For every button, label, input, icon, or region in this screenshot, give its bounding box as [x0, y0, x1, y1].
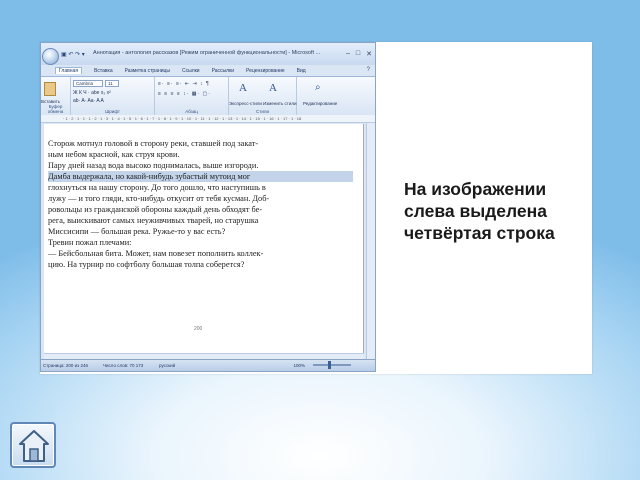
close-icon[interactable]: ✕ [366, 50, 372, 58]
window-title: Аннотация - антология рассказов [Режим о… [93, 50, 321, 56]
express-styles-icon[interactable]: A [239, 82, 247, 94]
slide-caption: На изображении слева выделена четвёртая … [404, 178, 584, 244]
document-line[interactable]: Миссисипи — большая река. Ружье-то у вас… [48, 226, 353, 237]
minimize-icon[interactable]: – [346, 50, 350, 58]
document-line[interactable]: глохнуться на нашу сторону. До того дошл… [48, 182, 353, 193]
status-language[interactable]: русский [159, 363, 175, 368]
caption-line: На изображении [404, 179, 547, 199]
home-button[interactable] [10, 422, 56, 468]
zoom-slider[interactable] [313, 364, 351, 366]
editing-button[interactable]: Редактирование [303, 101, 337, 106]
font-size-select[interactable]: 11 [105, 80, 119, 87]
document-line[interactable]: лужу — и того гляди, кто-нибудь откусит … [48, 193, 353, 204]
horizontal-ruler[interactable]: · 1 · 2 · 1 · 1 · 1 · 2 · 1 · 3 · 1 · 4 … [41, 115, 375, 123]
document-line[interactable]: ным небом красной, как струя крови. [48, 149, 353, 160]
home-icon [19, 430, 49, 462]
status-bar: Страница: 200 из 246 Число слов: 70 173 … [41, 359, 375, 371]
vertical-scrollbar[interactable] [366, 123, 375, 359]
editing-group: ⌕ Редактирование [297, 77, 347, 115]
document-line[interactable]: ровольцы из гражданской обороны каждый д… [48, 204, 353, 215]
document-line[interactable]: Тревин пожал плечами: [48, 237, 353, 248]
tab-home[interactable]: Главная [55, 67, 83, 74]
document-line[interactable]: рега, выискивают самых неуживчивых тваре… [48, 215, 353, 226]
find-icon[interactable]: ⌕ [315, 82, 321, 93]
font-group-label: Шрифт [105, 109, 120, 114]
tab-references[interactable]: Ссылки [182, 68, 200, 74]
paste-icon[interactable] [44, 82, 56, 96]
document-line[interactable]: — Бейсбольная бита. Может, нам повезет п… [48, 248, 353, 259]
title-bar: ▣ ↶ ↷ ▾ Аннотация - антология рассказов … [41, 43, 375, 65]
maximize-icon[interactable]: □ [356, 50, 360, 58]
styles-group: A A Экспресс-стили Изменить стили Стили [229, 77, 297, 115]
zoom-slider-thumb[interactable] [328, 361, 331, 369]
window-controls: – □ ✕ [346, 50, 372, 58]
caption-line: четвёртая строка [404, 223, 555, 243]
zoom-level[interactable]: 100% [293, 363, 305, 368]
ribbon: Вставить Буфер обмена Cambria 11 Ж К Ч ·… [41, 76, 375, 116]
document-line[interactable]: Сторож мотнул головой в сторону реки, ст… [48, 138, 353, 149]
status-word-count[interactable]: Число слов: 70 173 [103, 363, 143, 368]
tab-review[interactable]: Рецензирование [246, 68, 285, 74]
tab-insert[interactable]: Вставка [94, 68, 113, 74]
change-styles-icon[interactable]: A [269, 82, 277, 94]
page-number: 200 [194, 326, 203, 332]
format-buttons-row[interactable]: Ж К Ч · abe x₂ x² [73, 90, 111, 96]
caption-line: слева выделена [404, 201, 547, 221]
tab-page-layout[interactable]: Разметка страницы [125, 68, 170, 74]
highlighted-line[interactable]: Дамба выдержала, но какой-нибудь зубасты… [48, 171, 353, 182]
format-buttons-row-2[interactable]: ab· A· Aa· A A [73, 98, 104, 104]
change-styles-button[interactable]: Изменить стили [263, 101, 297, 106]
font-name-select[interactable]: Cambria [73, 80, 103, 87]
document-page[interactable]: Сторож мотнул головой в сторону реки, ст… [44, 124, 364, 360]
styles-group-label: Стили [256, 109, 269, 114]
tab-mailings[interactable]: Рассылки [212, 68, 234, 74]
align-buttons-row[interactable]: ≡ ≡ ≡ ≡ ↕· ▦· ▢· [158, 91, 211, 97]
clipboard-group-label: Буфер обмена [47, 104, 64, 114]
font-group: Cambria 11 Ж К Ч · abe x₂ x² ab· A· Aa· … [71, 77, 155, 115]
quick-access-toolbar[interactable]: ▣ ↶ ↷ ▾ [61, 51, 85, 58]
clipboard-group: Вставить Буфер обмена [41, 77, 71, 115]
status-page[interactable]: Страница: 200 из 246 [43, 363, 88, 368]
document-line[interactable]: цию. На турнир по софтболу большая толпа… [48, 259, 353, 270]
express-styles-button[interactable]: Экспресс-стили [229, 101, 262, 106]
ribbon-tabs: Главная Вставка Разметка страницы Ссылки… [55, 67, 306, 74]
document-text[interactable]: Сторож мотнул головой в сторону реки, ст… [48, 138, 353, 270]
document-line[interactable]: Пару дней назад вода высоко поднималась,… [48, 160, 353, 171]
word-window: ▣ ↶ ↷ ▾ Аннотация - антология рассказов … [40, 42, 376, 372]
tab-view[interactable]: Вид [297, 68, 306, 74]
paragraph-group-label: Абзац [185, 109, 198, 114]
list-buttons-row[interactable]: ≡· ≡· ≡· ⇤ ⇥ ↕ ¶ [158, 81, 210, 87]
office-button[interactable] [42, 48, 59, 65]
paragraph-group: ≡· ≡· ≡· ⇤ ⇥ ↕ ¶ ≡ ≡ ≡ ≡ ↕· ▦· ▢· Абзац [155, 77, 229, 115]
help-icon[interactable]: ? [367, 67, 370, 73]
